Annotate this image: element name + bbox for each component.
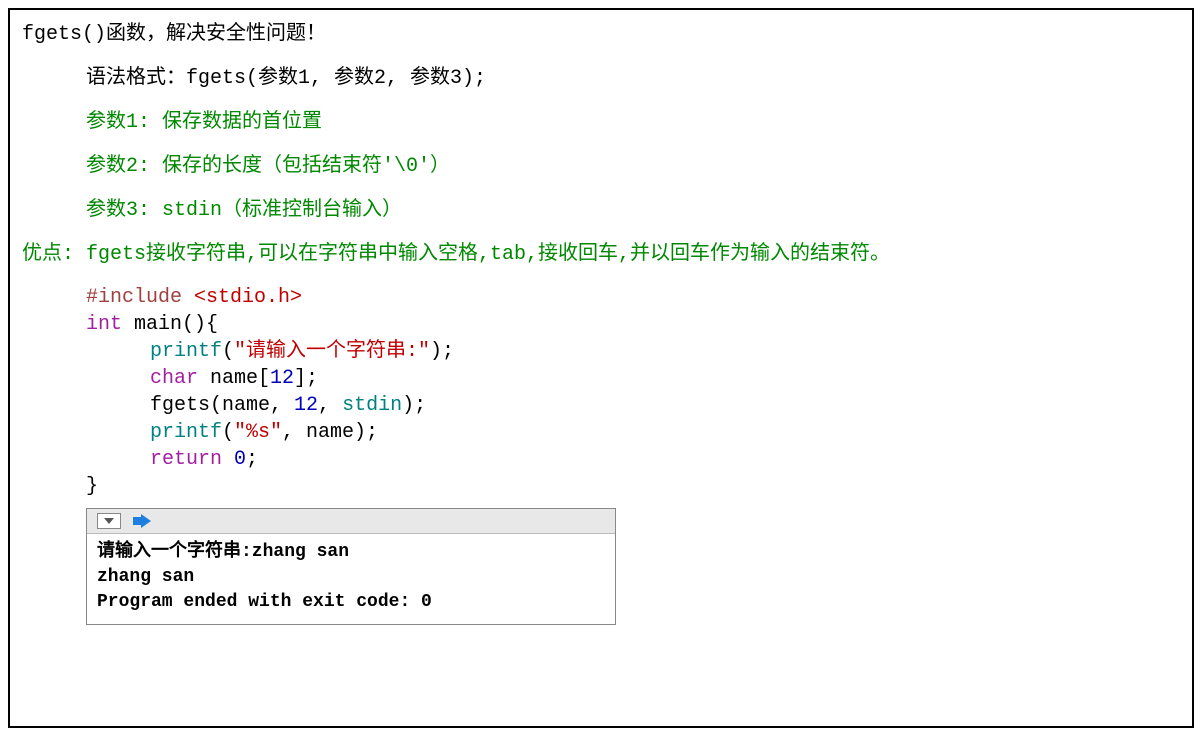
fgets-mid: , (318, 394, 342, 417)
code-include: #include <stdio.h> (86, 284, 1180, 311)
console-toolbar (87, 509, 615, 534)
name-decl-close: ]; (294, 367, 318, 390)
param-2: 参数2: 保存的长度（包括结束符'\0'） (22, 152, 1180, 182)
debug-marker-icon[interactable] (141, 514, 151, 528)
include-kw: #include (86, 286, 194, 309)
code-brace-close: } (86, 473, 1180, 500)
advantage-line: 优点: fgets接收字符串,可以在字符串中输入空格,tab,接收回车,并以回车… (22, 240, 1180, 270)
printf1-name: printf (150, 340, 222, 363)
code-fgets: fgets(name, 12, stdin); (86, 392, 1180, 419)
printf1-str: "请输入一个字符串:" (234, 340, 430, 363)
return-semi: ; (246, 448, 258, 471)
title-line: fgets()函数，解决安全性问题！ (22, 20, 1180, 50)
syntax-label: 语法格式： (86, 67, 186, 90)
console-line-3: Program ended with exit code: 0 (97, 590, 605, 615)
include-val: <stdio.h> (194, 286, 302, 309)
chevron-down-icon (104, 518, 114, 524)
code-block: #include <stdio.h> int main(){ printf("请… (22, 284, 1180, 500)
printf2-open: ( (222, 421, 234, 444)
console-line-1: 请输入一个字符串:zhang san (97, 540, 605, 565)
arr-size: 12 (270, 367, 294, 390)
code-printf2: printf("%s", name); (86, 419, 1180, 446)
main-decl: main(){ (122, 313, 218, 336)
title-fn: fgets() (22, 23, 106, 46)
console-output: 请输入一个字符串:zhang sanzhang sanProgram ended… (87, 534, 615, 624)
title-tail: 函数，解决安全性问题！ (106, 23, 326, 46)
document-frame: fgets()函数，解决安全性问题！ 语法格式：fgets(参数1, 参数2, … (8, 8, 1194, 728)
console-line-2: zhang san (97, 565, 605, 590)
printf2-close: , name); (282, 421, 378, 444)
param-1: 参数1: 保存数据的首位置 (22, 108, 1180, 138)
fgets-num: 12 (294, 394, 318, 417)
printf2-name: printf (150, 421, 222, 444)
advantage-body: fgets接收字符串,可以在字符串中输入空格,tab,接收回车,并以回车作为输入… (86, 243, 890, 266)
fgets-name: fgets (150, 394, 210, 417)
advantage-label: 优点: (22, 243, 86, 266)
name-decl-open: name[ (198, 367, 270, 390)
code-main-decl: int main(){ (86, 311, 1180, 338)
fgets-stdin: stdin (342, 394, 402, 417)
syntax-body: fgets(参数1, 参数2, 参数3); (186, 67, 486, 90)
int-kw: int (86, 313, 122, 336)
return-zero: 0 (222, 448, 246, 471)
code-printf1: printf("请输入一个字符串:"); (86, 338, 1180, 365)
syntax-line: 语法格式：fgets(参数1, 参数2, 参数3); (22, 64, 1180, 94)
code-return: return 0; (86, 446, 1180, 473)
return-kw: return (150, 448, 222, 471)
fgets-open: (name, (210, 394, 294, 417)
code-char-decl: char name[12]; (86, 365, 1180, 392)
printf2-str: "%s" (234, 421, 282, 444)
printf1-close: ); (430, 340, 454, 363)
fgets-close: ); (402, 394, 426, 417)
console-panel: 请输入一个字符串:zhang sanzhang sanProgram ended… (86, 508, 616, 625)
param-3: 参数3: stdin（标准控制台输入） (22, 196, 1180, 226)
printf1-open: ( (222, 340, 234, 363)
console-dropdown-button[interactable] (97, 513, 121, 529)
char-kw: char (150, 367, 198, 390)
